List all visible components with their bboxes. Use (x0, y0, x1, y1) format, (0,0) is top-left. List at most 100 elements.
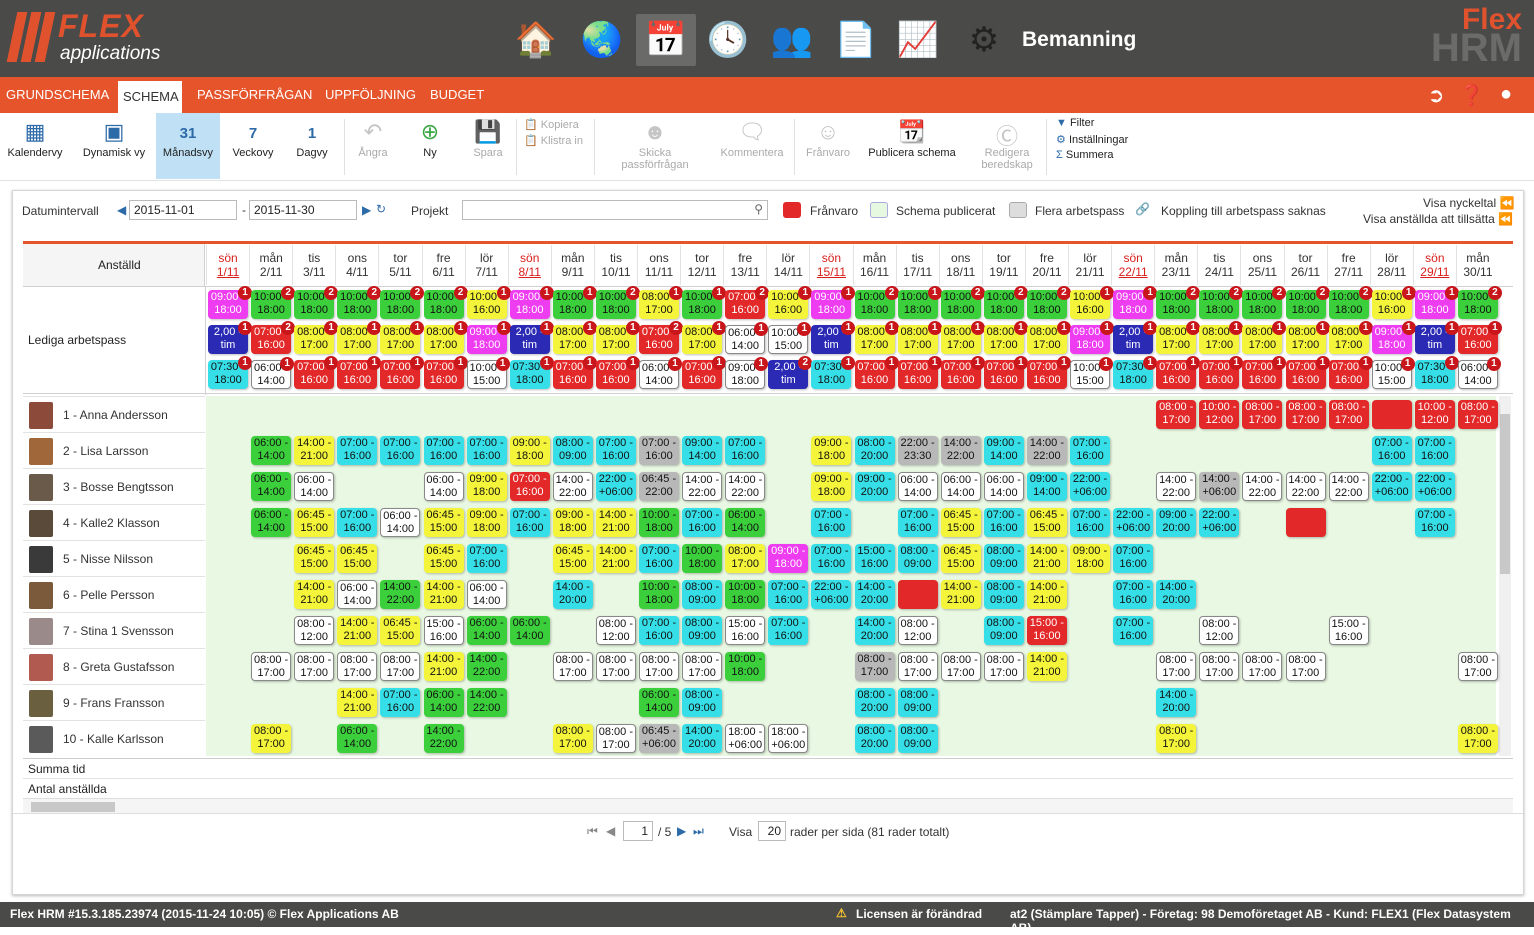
shift-cell[interactable]: 14:00 -21:00 (1026, 652, 1067, 681)
shift-cell[interactable]: 06:00 -14:00 (940, 472, 981, 501)
open-shift-cell[interactable]: 10:00 -15:00 1 (768, 322, 812, 354)
dagvy-button[interactable]: 1 Dagvy (288, 113, 336, 179)
open-shift-cell[interactable]: 10:00 -18:00 2 (1026, 286, 1071, 319)
shift-cell[interactable]: 09:00 -14:00 (983, 436, 1024, 465)
shift-cell[interactable]: 07:00 -16:00 (1414, 508, 1455, 537)
shift-cell[interactable]: 10:00 -12:00 (1414, 400, 1455, 429)
day-header[interactable]: ons 18/11 (938, 245, 982, 285)
shift-cell[interactable]: 08:00 -17:00 (1457, 652, 1498, 681)
open-shift-cell[interactable]: 09:00 -18:00 1 (466, 321, 511, 354)
shift-cell[interactable]: 06:00 -14:00 (466, 616, 507, 645)
open-shift-cell[interactable]: 10:00 -15:00 1 (466, 357, 510, 389)
shift-cell[interactable]: 07:00 -16:00 (380, 688, 421, 717)
employee-row[interactable]: 7 - Stina 1 Svensson (23, 612, 205, 648)
shift-cell[interactable]: 07:00 -16:00 (897, 508, 938, 537)
day-header[interactable]: ons 11/11 (637, 245, 680, 285)
shift-cell[interactable]: 14:00 -21:00 (595, 544, 636, 573)
edit-standby-button[interactable]: Ⓒ Redigera beredskap (974, 113, 1040, 179)
shift-cell[interactable]: 06:00 -14:00 (337, 724, 378, 753)
open-shift-cell[interactable]: 09:00 -18:00 1 (208, 286, 252, 319)
day-header[interactable]: mån 16/11 (852, 245, 896, 285)
shift-cell[interactable]: 08:00 -17:00 (1285, 652, 1326, 681)
shift-cell[interactable]: 14:00 -21:00 (940, 580, 981, 609)
gear-pencil-icon[interactable]: ⚙ (954, 14, 1014, 66)
open-shift-cell[interactable]: 07:00 -16:00 1 (1026, 356, 1071, 389)
project-search-input[interactable]: ⚲ (462, 200, 768, 220)
open-shift-cell[interactable]: 09:00 -18:00 1 (509, 286, 554, 319)
open-shift-cell[interactable]: 10:00 -16:00 1 (768, 286, 813, 319)
day-header[interactable]: tis 3/11 (292, 245, 335, 285)
open-shift-cell[interactable]: 10:00 -15:00 1 (1070, 357, 1113, 389)
shift-cell[interactable]: 09:00 -20:00 (854, 472, 895, 501)
shift-cell[interactable]: 18:00 - +06:00 (768, 724, 809, 753)
shift-cell[interactable]: 08:00 -17:00 (1242, 400, 1283, 429)
horizontal-scrollbar[interactable] (23, 798, 1513, 814)
shift-cell[interactable]: 06:00 -14:00 (423, 688, 464, 717)
kalendervy-button[interactable]: ▦ Kalendervy (2, 113, 68, 179)
shift-cell[interactable]: 14:00 -22:00 (466, 688, 507, 717)
day-header[interactable]: tis 10/11 (593, 245, 637, 285)
open-shift-cell[interactable]: 08:00 -17:00 1 (1026, 321, 1071, 354)
open-shift-cell[interactable]: 07:00 -16:00 1 (1156, 356, 1201, 389)
open-shift-cell[interactable]: 09:00 -18:00 1 (725, 357, 769, 389)
last-page-icon[interactable]: ⏭ (693, 824, 704, 839)
shift-cell[interactable]: 06:00 -14:00 (294, 472, 335, 501)
shift-cell[interactable]: 08:00 -20:00 (854, 724, 895, 753)
shift-cell[interactable]: 08:00 -12:00 (595, 616, 636, 645)
open-shift-cell[interactable]: 07:00 -16:00 1 (595, 356, 640, 389)
shift-cell[interactable]: 14:00 -20:00 (552, 580, 593, 609)
open-shift-cell[interactable]: 10:00 -18:00 2 (337, 286, 382, 319)
open-shift-cell[interactable]: 08:00 -17:00 1 (639, 286, 683, 319)
shift-cell[interactable]: 06:45 -15:00 (423, 508, 464, 537)
shift-cell[interactable]: 06:45 -15:00 (294, 544, 335, 573)
shift-cell[interactable]: 07:00 -16:00 (811, 508, 852, 537)
prev-page-icon[interactable]: ◀ (606, 824, 615, 838)
open-shift-cell[interactable]: 10:00 -18:00 2 (1328, 286, 1373, 319)
shift-cell[interactable]: 14:00 -21:00 (423, 652, 464, 681)
tab-passforfragan[interactable]: PASSFÖRFRÅGAN (197, 87, 312, 102)
day-header[interactable]: tor 26/11 (1283, 245, 1327, 285)
shift-cell[interactable]: 06:00 -14:00 (897, 472, 938, 501)
shift-cell[interactable] (1371, 400, 1412, 429)
shift-cell[interactable]: 14:00 -22:00 (380, 580, 421, 609)
shift-cell[interactable]: 07:00 -16:00 (1113, 544, 1154, 573)
shift-cell[interactable]: 08:00 -17:00 (595, 724, 636, 753)
day-header[interactable]: tis 24/11 (1197, 245, 1240, 285)
shift-cell[interactable]: 14:00 -21:00 (337, 688, 378, 717)
shift-cell[interactable]: 07:00 -16:00 (466, 544, 507, 573)
shift-cell[interactable]: 09:00 -18:00 (768, 544, 809, 573)
shift-cell[interactable]: 08:00 -17:00 (1156, 652, 1197, 681)
day-header[interactable]: sön 22/11 (1111, 245, 1154, 285)
calendar-people-icon[interactable]: 📅 (636, 14, 696, 66)
shift-cell[interactable]: 14:00 -22:00 (725, 472, 766, 501)
home-icon[interactable]: 🏠 (506, 14, 566, 66)
open-shift-cell[interactable]: 10:00 -18:00 2 (1199, 286, 1244, 319)
shift-cell[interactable]: 06:45 -15:00 (337, 544, 378, 573)
open-shift-cell[interactable]: 07:30 -18:00 1 (1113, 356, 1158, 389)
shift-cell[interactable]: 08:00 -12:00 (294, 616, 335, 645)
day-header[interactable]: tor 5/11 (378, 245, 421, 285)
shift-cell[interactable]: 10:00 -18:00 (725, 580, 766, 609)
open-shift-cell[interactable]: 2,00 - tim 1 (509, 321, 554, 354)
employee-row[interactable]: 4 - Kalle2 Klasson (23, 504, 205, 540)
shift-cell[interactable]: 14:00 -20:00 (854, 616, 895, 645)
shift-cell[interactable]: 07:00 -16:00 (639, 436, 679, 465)
shift-cell[interactable]: 08:00 -09:00 (983, 580, 1024, 609)
user-profile-icon[interactable]: ● (1494, 83, 1518, 107)
shift-cell[interactable]: 14:00 -22:00 (1242, 472, 1283, 501)
employee-row[interactable]: 5 - Nisse Nilsson (23, 540, 205, 576)
shift-cell[interactable]: 15:00 -16:00 (1026, 616, 1067, 645)
open-shift-cell[interactable]: 09:00 -18:00 1 (1414, 286, 1459, 319)
day-header[interactable]: mån 9/11 (550, 245, 594, 285)
next-period-arrow-icon[interactable]: ▶ (362, 203, 371, 217)
open-shift-cell[interactable]: 06:00 -14:00 1 (639, 357, 682, 389)
shift-cell[interactable]: 14:00 -21:00 (1026, 580, 1067, 609)
shift-cell[interactable]: 08:00 -17:00 (251, 724, 292, 753)
shift-cell[interactable]: 07:00 -16:00 (768, 616, 809, 645)
dynamisk-vy-button[interactable]: ▣ Dynamisk vy (78, 113, 150, 179)
shift-cell[interactable]: 07:00 -16:00 (639, 616, 679, 645)
shift-cell[interactable]: 06:00 -14:00 (725, 508, 766, 537)
shift-cell[interactable]: 08:00 -09:00 (897, 544, 938, 573)
comment-button[interactable]: 🗨 Kommentera (716, 113, 788, 179)
shift-cell[interactable]: 07:00 -16:00 (768, 580, 809, 609)
